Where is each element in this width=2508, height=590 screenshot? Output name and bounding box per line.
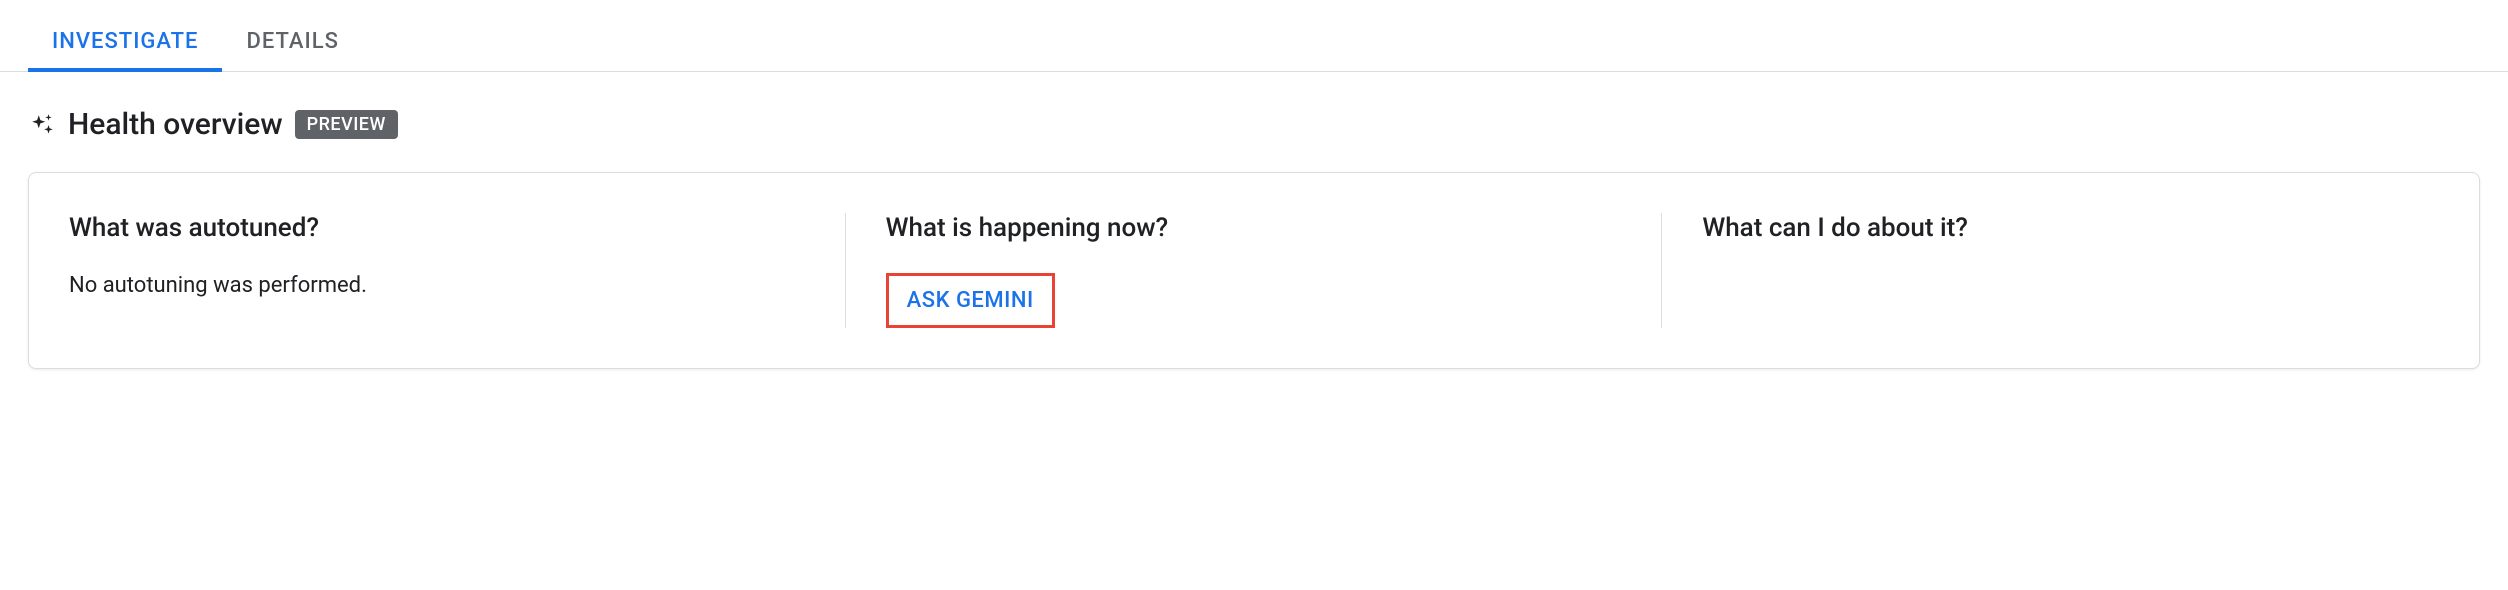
column-action: What can I do about it? (1662, 213, 2479, 328)
column-happening: What is happening now? ASK GEMINI (846, 213, 1663, 328)
tabs-container: INVESTIGATE DETAILS (0, 15, 2508, 72)
section-title: Health overview (68, 107, 283, 142)
column-autotuned: What was autotuned? No autotuning was pe… (29, 213, 846, 328)
ask-gemini-button[interactable]: ASK GEMINI (886, 273, 1055, 328)
column-happening-title: What is happening now? (886, 213, 1623, 243)
tab-details[interactable]: DETAILS (222, 15, 362, 72)
preview-badge: PREVIEW (295, 110, 398, 139)
content-area: Health overview PREVIEW What was autotun… (0, 72, 2508, 369)
tab-investigate[interactable]: INVESTIGATE (28, 15, 222, 72)
sparkle-icon (28, 111, 56, 139)
column-action-title: What can I do about it? (1702, 213, 2439, 243)
column-autotuned-title: What was autotuned? (69, 213, 806, 243)
health-overview-card: What was autotuned? No autotuning was pe… (28, 172, 2480, 369)
section-header: Health overview PREVIEW (28, 107, 2480, 142)
column-autotuned-body: No autotuning was performed. (69, 273, 806, 298)
